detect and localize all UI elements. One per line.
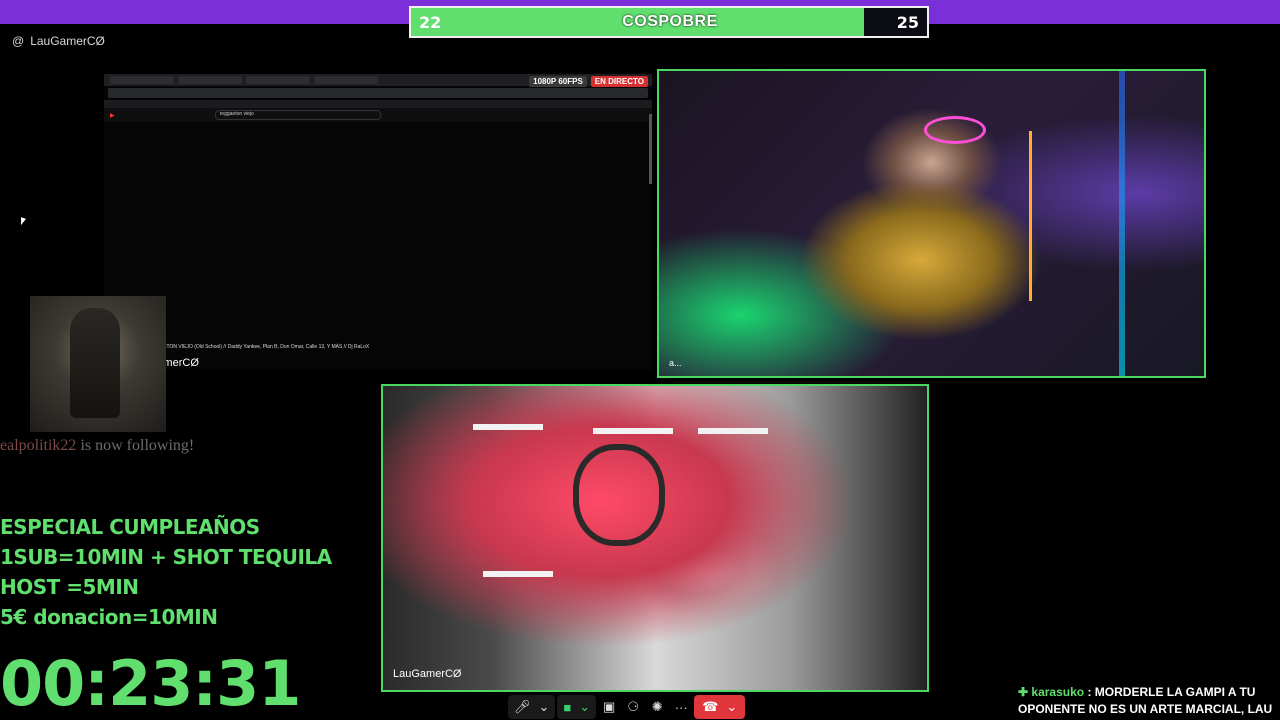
quality-badge: 1080P 60FPS	[529, 76, 587, 87]
follow-alert: ealpolitik22 is now following!	[0, 437, 194, 455]
more-icon[interactable]: ···	[675, 700, 688, 715]
end-call-control[interactable]: ☎ ⌄	[694, 695, 746, 719]
youtube-header: ▶ reggaeton viejo	[104, 108, 652, 122]
promo-line: HOST =5MIN	[0, 575, 139, 599]
plus-badge-icon: ✚	[1018, 685, 1029, 699]
avatar-figure	[70, 308, 120, 418]
activities-button[interactable]: ⚆	[622, 695, 644, 719]
channel-name: LauGamerCØ	[30, 34, 105, 48]
promo-line: 5€ donacion=10MIN	[0, 605, 218, 629]
channel-label: @ LauGamerCØ	[12, 34, 105, 48]
wall-shelf	[473, 424, 543, 430]
screen-share-button[interactable]: ▣	[598, 695, 620, 719]
participant-label: LauGamerCØ	[393, 668, 462, 680]
promo-line: ESPECIAL CUMPLEAÑOS	[0, 515, 260, 539]
video-title: Mix REGGAETON VIEJO (Old School) // Dadd…	[136, 344, 370, 350]
live-badge: EN DIRECTO	[590, 76, 648, 87]
chevron-down-icon[interactable]: ⌄	[579, 699, 590, 715]
browser-tab[interactable]	[314, 76, 378, 84]
address-bar[interactable]	[108, 88, 648, 98]
neon-planet-decoration	[924, 116, 986, 144]
hang-up-icon[interactable]: ☎	[702, 699, 718, 715]
microphone-icon[interactable]: 🎤︎	[514, 699, 531, 715]
more-options-button[interactable]: ···	[670, 695, 692, 719]
youtube-logo-icon[interactable]: ▶	[110, 112, 115, 119]
wall-shelf	[698, 428, 768, 434]
mouse-cursor-icon	[21, 217, 26, 227]
promo-line: 1SUB=10MIN + SHOT TEQUILA	[0, 545, 332, 569]
call-controls: 🎤︎ ⌄ ■ ⌄ ▣ ⚆ ✺ ··· ☎ ⌄	[508, 694, 746, 720]
promo-text: ESPECIAL CUMPLEAÑOS 1SUB=10MIN + SHOT TE…	[0, 512, 332, 632]
soundboard-button[interactable]: ✺	[646, 695, 668, 719]
neon-light-strip	[1029, 131, 1032, 301]
screen-share-tile[interactable]: ▶ reggaeton viejo 1080P 60FPS EN DIRECTO…	[104, 74, 652, 370]
soundboard-icon[interactable]: ✺	[652, 699, 663, 715]
browser-tab[interactable]	[246, 76, 310, 84]
microphone-control[interactable]: 🎤︎ ⌄	[508, 695, 556, 719]
follower-avatar	[30, 296, 166, 432]
follower-username: ealpolitik22	[0, 437, 77, 454]
browser-tab[interactable]	[110, 76, 174, 84]
scoreboard-title: COSPOBRE	[622, 13, 718, 30]
youtube-search-input[interactable]: reggaeton viejo	[214, 110, 381, 120]
wall-logo-decoration	[573, 444, 665, 546]
wall-shelf	[593, 428, 673, 434]
participant-camera-1[interactable]: a...	[657, 69, 1206, 378]
subathon-timer: 00:23:31	[0, 647, 301, 720]
camera-control[interactable]: ■ ⌄	[557, 695, 597, 719]
stream-badges: 1080P 60FPS EN DIRECTO	[529, 76, 648, 87]
chevron-down-icon[interactable]: ⌄	[539, 699, 550, 715]
browser-tab[interactable]	[178, 76, 242, 84]
chevron-down-icon[interactable]: ⌄	[726, 699, 737, 715]
follow-message: is now following!	[80, 437, 195, 454]
scoreboard-left: 22 COSPOBRE	[411, 8, 864, 36]
chat-message: ✚ karasuko : MORDERLE LA GAMPI A TU OPON…	[1018, 684, 1276, 718]
wall-shelf	[483, 571, 553, 577]
screen-share-icon[interactable]: ▣	[603, 699, 615, 715]
at-icon: @	[12, 34, 25, 48]
participant-label: a...	[669, 358, 682, 368]
scoreboard: 22 COSPOBRE 25	[409, 6, 929, 38]
participant-camera-2[interactable]: LauGamerCØ	[381, 384, 929, 692]
led-curtain	[1119, 71, 1125, 376]
chat-username: karasuko	[1031, 685, 1085, 699]
chat-separator: :	[1084, 685, 1095, 699]
camera-icon[interactable]: ■	[563, 700, 571, 715]
bookmarks-bar	[104, 100, 652, 108]
scrollbar[interactable]	[649, 114, 652, 184]
gamepad-icon[interactable]: ⚆	[627, 699, 639, 715]
